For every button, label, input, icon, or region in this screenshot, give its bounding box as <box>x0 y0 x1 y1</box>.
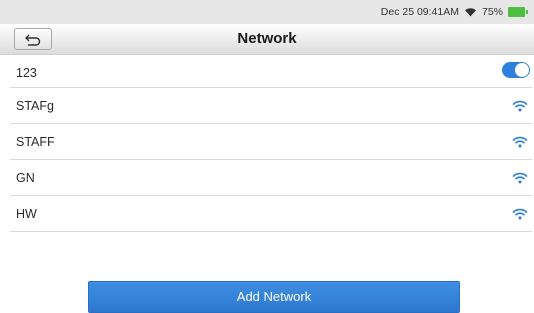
page-title: Network <box>237 30 297 47</box>
network-row-hw[interactable]: HW <box>10 196 532 232</box>
network-row-123[interactable]: 123 <box>10 55 532 88</box>
status-indicators: Dec 25 09:41AM 75% <box>381 5 528 19</box>
status-bar: Dec 25 09:41AM 75% <box>0 0 534 24</box>
wifi-icon <box>512 172 528 183</box>
status-wifi-icon <box>465 8 476 17</box>
network-name: GN <box>16 170 35 185</box>
wifi-icon <box>512 208 528 219</box>
title-bar: Network <box>0 24 534 55</box>
network-row-stafg[interactable]: STAFg <box>10 88 532 124</box>
network-name: 123 <box>16 65 37 80</box>
toggle-knob <box>515 63 529 77</box>
network-list: 123 STAFg STAFF GN HW <box>10 55 532 232</box>
network-name: HW <box>16 206 37 221</box>
wifi-icon <box>512 136 528 147</box>
status-datetime: Dec 25 09:41AM <box>380 6 459 18</box>
add-network-button[interactable]: Add Network <box>88 281 460 313</box>
battery-icon <box>508 7 528 17</box>
wifi-icon <box>512 100 528 111</box>
battery-percentage: 75% <box>481 6 503 18</box>
network-name: STAFF <box>16 134 55 149</box>
network-toggle[interactable] <box>502 62 530 78</box>
network-name: STAFg <box>16 98 54 113</box>
network-row-staff[interactable]: STAFF <box>10 124 532 160</box>
network-row-gn[interactable]: GN <box>10 160 532 196</box>
